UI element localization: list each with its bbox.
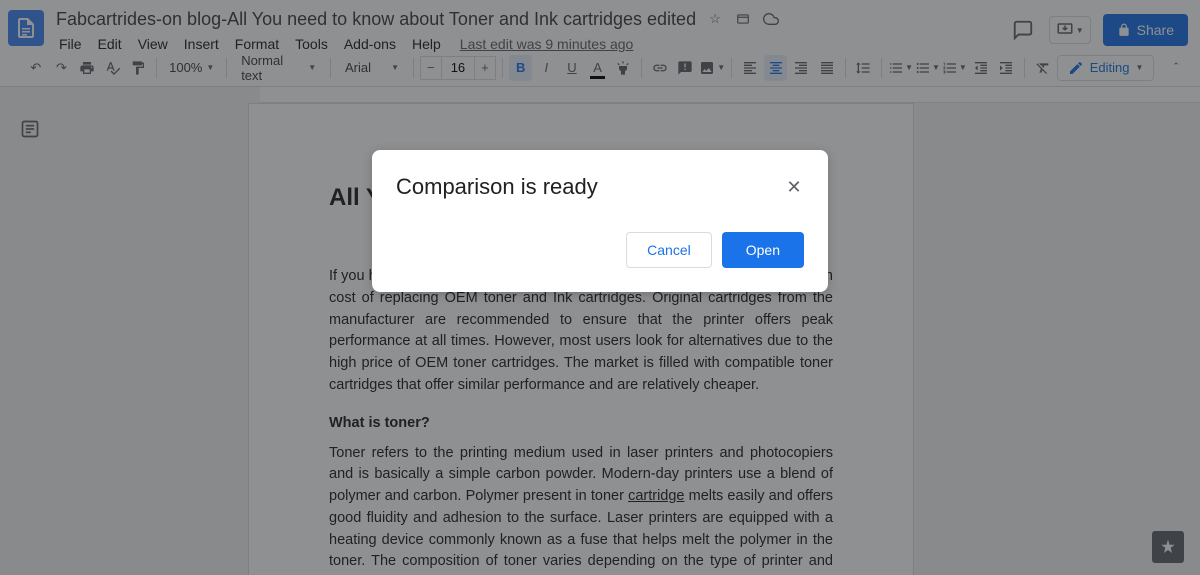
close-icon[interactable]: ✕ [784, 177, 804, 197]
open-button[interactable]: Open [722, 232, 804, 268]
modal-overlay: Comparison is ready ✕ Cancel Open [0, 0, 1200, 575]
modal-title: Comparison is ready [396, 174, 598, 200]
comparison-modal: Comparison is ready ✕ Cancel Open [372, 150, 828, 292]
cancel-button[interactable]: Cancel [626, 232, 712, 268]
